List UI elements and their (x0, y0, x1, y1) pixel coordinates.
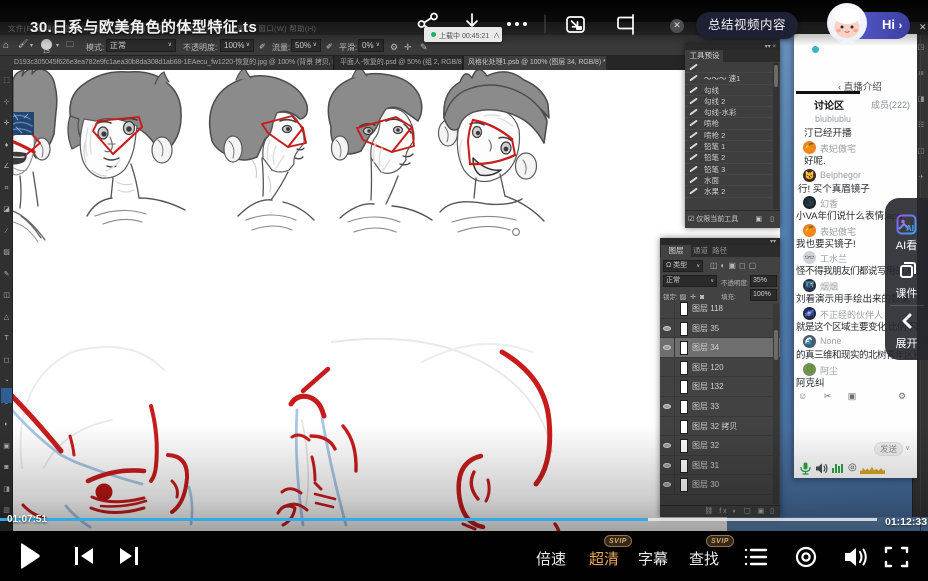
svg-text:AI: AI (906, 224, 914, 233)
